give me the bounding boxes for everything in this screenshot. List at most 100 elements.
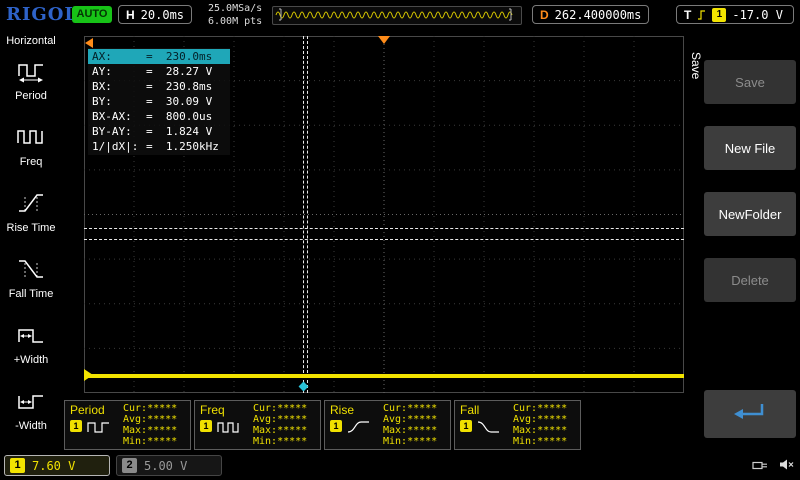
meas-cur: Cur:***** — [383, 403, 438, 414]
delay-reference-marker — [85, 38, 93, 48]
channel-badge: 1 — [200, 420, 212, 432]
menu-back-button[interactable] — [704, 390, 796, 438]
sidebar-item-label: Period — [15, 89, 47, 102]
period-icon — [86, 419, 112, 440]
period-icon — [16, 59, 46, 88]
cursor-label: BX: — [92, 80, 112, 93]
channel2-scale: 5.00 V — [144, 458, 188, 473]
channel1-status-box[interactable]: 1 7.60 V — [4, 455, 110, 476]
measurement-box-period[interactable]: Period 1 Cur:***** Avg:***** Max:***** M… — [64, 400, 191, 450]
meas-cur: Cur:***** — [123, 403, 178, 414]
speaker-mute-icon — [779, 458, 794, 476]
cursor-row-by: BY: = 30.09 V — [88, 94, 230, 109]
t-label: T — [684, 7, 692, 22]
meas-max: Max:***** — [123, 425, 178, 436]
channel1-trace — [84, 374, 684, 378]
rise-time-icon — [16, 191, 46, 220]
channel1-badge: 1 — [10, 458, 25, 473]
cursor-readout-panel: AX: = 230.0ms AY: = 28.27 V BX: = 230.8m… — [88, 48, 230, 155]
usb-icon — [752, 458, 769, 476]
cursor-label: BY: — [92, 95, 112, 108]
channel-badge: 1 — [330, 420, 342, 432]
waveform-overview-strip — [272, 6, 522, 25]
trigger-level-value: -17.0 V — [732, 7, 783, 22]
cursor-value: = 1.824 V — [146, 125, 213, 138]
freq-icon — [16, 125, 46, 154]
return-arrow-icon — [732, 401, 768, 428]
sidebar-item-label: -Width — [15, 419, 47, 432]
cursor-value: = 230.0ms — [146, 50, 213, 63]
memory-depth: 6.00M pts — [208, 16, 263, 27]
cursor-row-inv-dx: 1/|dX|: = 1.250kHz — [88, 139, 230, 154]
delay-readout-box: D 262.400000ms — [532, 5, 650, 24]
menu-tab-label: Save — [689, 52, 703, 80]
sidebar-item-plus-width[interactable]: +Width — [0, 311, 62, 377]
meas-min: Min:***** — [253, 436, 308, 447]
sidebar-item-freq[interactable]: Freq — [0, 113, 62, 179]
cursor-ax-line[interactable] — [303, 36, 304, 393]
fall-time-icon — [16, 257, 46, 286]
measurement-name: Period — [70, 403, 105, 417]
measurement-name: Freq — [200, 403, 225, 417]
cursor-ay-line[interactable] — [84, 228, 684, 229]
meas-cur: Cur:***** — [513, 403, 568, 414]
top-status-bar: RIGOL AUTO H 20.0ms 25.0MSa/s 6.00M pts … — [0, 0, 800, 30]
fall-icon — [476, 419, 502, 440]
cursor-row-ay: AY: = 28.27 V — [88, 64, 230, 79]
trigger-readout-box: T 1 -17.0 V — [676, 5, 794, 24]
d-label: D — [540, 7, 549, 22]
h-label: H — [126, 7, 135, 22]
delete-button[interactable]: Delete — [704, 258, 796, 302]
new-file-button-label: New File — [724, 140, 776, 156]
sidebar-item-label: Rise Time — [6, 221, 56, 234]
channel-badge: 1 — [460, 420, 472, 432]
save-button[interactable]: Save — [704, 60, 796, 104]
measurement-values: Cur:***** Avg:***** Max:***** Min:***** — [123, 403, 177, 447]
cursor-label: AY: — [92, 65, 112, 78]
cursor-bx-line[interactable] — [307, 36, 308, 393]
cursor-label: 1/|dX|: — [92, 140, 139, 153]
cursor-by-line[interactable] — [84, 239, 684, 240]
measurement-box-fall[interactable]: Fall 1 Cur:***** Avg:***** Max:***** Min… — [454, 400, 581, 450]
save-button-label: Save — [735, 74, 765, 90]
cursor-row-ax: AX: = 230.0ms — [88, 49, 230, 64]
cursor-row-bx-ax: BX-AX: = 800.0us — [88, 109, 230, 124]
meas-avg: Avg:***** — [513, 414, 568, 425]
status-icons — [752, 458, 794, 476]
new-file-button[interactable]: New File — [704, 126, 796, 170]
cursor-label: AX: — [92, 50, 112, 63]
sidebar-item-fall-time[interactable]: Fall Time — [0, 245, 62, 311]
cursor-label: BX-AX: — [92, 110, 132, 123]
acquisition-info: 25.0MSa/s 6.00M pts — [208, 2, 262, 28]
meas-avg: Avg:***** — [383, 414, 438, 425]
meas-max: Max:***** — [383, 425, 438, 436]
cursor-value: = 800.0us — [146, 110, 213, 123]
measurement-values: Cur:***** Avg:***** Max:***** Min:***** — [513, 403, 567, 447]
sidebar-item-rise-time[interactable]: Rise Time — [0, 179, 62, 245]
cursor-value: = 1.250kHz — [146, 140, 219, 153]
minus-width-icon — [16, 389, 46, 418]
meas-min: Min:***** — [513, 436, 568, 447]
measurement-box-freq[interactable]: Freq 1 Cur:***** Avg:***** Max:***** Min… — [194, 400, 321, 450]
horizontal-timebase-box: H 20.0ms — [118, 5, 193, 24]
sidebar-item-minus-width[interactable]: -Width — [0, 377, 62, 443]
measurement-name: Fall — [460, 403, 480, 417]
new-folder-button[interactable]: NewFolder — [704, 192, 796, 236]
meas-min: Min:***** — [383, 436, 438, 447]
rigol-logo: RIGOL — [6, 4, 79, 25]
meas-cur: Cur:***** — [253, 403, 308, 414]
channel-status-bar: 1 7.60 V 2 5.00 V — [0, 452, 800, 480]
timebase-value: 20.0ms — [140, 7, 185, 22]
cursor-row-bx: BX: = 230.8ms — [88, 79, 230, 94]
cursor-value: = 230.8ms — [146, 80, 213, 93]
measurement-box-rise[interactable]: Rise 1 Cur:***** Avg:***** Max:***** Min… — [324, 400, 451, 450]
cursor-row-by-ay: BY-AY: = 1.824 V — [88, 124, 230, 139]
sidebar-title: Horizontal — [6, 35, 56, 47]
meas-avg: Avg:***** — [253, 414, 308, 425]
meas-max: Max:***** — [253, 425, 308, 436]
trigger-source-badge: 1 — [712, 7, 727, 22]
measurement-name: Rise — [330, 403, 355, 417]
sidebar-item-period[interactable]: Period — [0, 47, 62, 113]
channel2-status-box[interactable]: 2 5.00 V — [116, 455, 222, 476]
sidebar-item-label: +Width — [13, 353, 49, 366]
